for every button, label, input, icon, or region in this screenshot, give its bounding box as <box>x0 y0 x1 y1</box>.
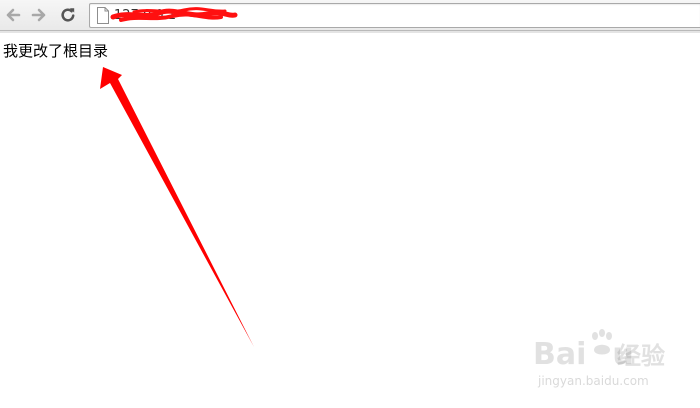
reload-icon <box>61 8 75 22</box>
address-bar[interactable]: 127.0.0.1 <box>89 3 700 28</box>
page-icon <box>97 7 109 24</box>
browser-window: 127.0.0.1 我更改了根目录 Bai u 经验 jingyan.baidu.… <box>0 0 700 408</box>
watermark-url: jingyan.baidu.com <box>538 374 649 388</box>
paw-icon <box>592 329 612 355</box>
forward-button[interactable] <box>28 4 50 26</box>
baidu-watermark: Bai u 经验 jingyan.baidu.com <box>533 328 683 398</box>
arrow-left-icon <box>6 8 21 22</box>
redaction-scribble <box>110 7 238 22</box>
browser-toolbar: 127.0.0.1 <box>0 0 700 33</box>
arrow-right-icon <box>31 8 46 22</box>
page-body-text: 我更改了根目录 <box>3 42 109 60</box>
watermark-cn: 经验 <box>617 342 665 370</box>
back-button[interactable] <box>2 4 24 26</box>
reload-button[interactable] <box>57 4 79 26</box>
